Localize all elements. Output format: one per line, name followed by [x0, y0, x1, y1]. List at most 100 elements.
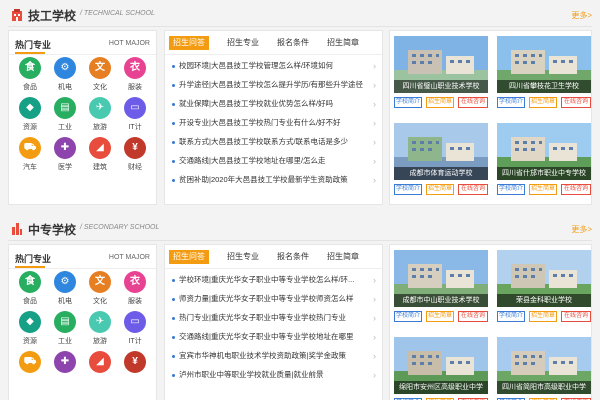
- school-card[interactable]: 四川省璧山职业技术学校 学校简介 招生简章 在线咨询: [394, 36, 488, 119]
- major-item[interactable]: ✈ 旅游: [85, 97, 115, 132]
- major-item[interactable]: ✚: [50, 351, 80, 376]
- news-tab[interactable]: 招生专业: [223, 36, 263, 50]
- major-item[interactable]: ▭ IT计: [120, 311, 150, 346]
- major-item[interactable]: ¥: [120, 351, 150, 376]
- admissions-guide-button[interactable]: 招生简章: [529, 97, 557, 108]
- news-item[interactable]: 升学途径|大邑县技工学校怎么提升学历/有那些升学途径 ›: [171, 79, 378, 98]
- news-item[interactable]: 贫困补助|2020年大邑县技工学校最新学生资助政策 ›: [171, 174, 378, 193]
- school-intro-button[interactable]: 学校简介: [394, 97, 422, 108]
- major-item[interactable]: 衣服装: [120, 271, 150, 306]
- major-item[interactable]: 文文化: [85, 57, 115, 92]
- medical-icon: ✚: [54, 351, 76, 373]
- school-card[interactable]: 四川省攀枝花卫生学校 学校简介 招生简章 在线咨询: [497, 36, 591, 119]
- news-item[interactable]: 联系方式|大邑县技工学校联系方式/联系电话是多少 ›: [171, 136, 378, 155]
- major-item[interactable]: ▭ IT计: [120, 97, 150, 132]
- school-name[interactable]: 成都市体育运动学校: [394, 167, 488, 180]
- online-consult-button[interactable]: 在线咨询: [561, 97, 591, 108]
- school-name[interactable]: 成都市中山职业技术学校: [394, 294, 488, 307]
- news-item[interactable]: 学校环境|重庆光华女子职业中等专业学校怎么样/环... ›: [171, 274, 378, 293]
- news-item[interactable]: 泸州市职业中等职业学校就业质量|就业前景 ›: [171, 369, 378, 388]
- news-tab[interactable]: 报名条件: [273, 36, 313, 50]
- school-photo[interactable]: 四川省什邡市职业中专学校: [497, 123, 591, 180]
- news-tab[interactable]: 招生简章: [323, 250, 363, 264]
- major-item[interactable]: 衣服装: [120, 57, 150, 92]
- major-item[interactable]: 文文化: [85, 271, 115, 306]
- major-item[interactable]: 食食品: [15, 271, 45, 306]
- school-card[interactable]: 绵阳市安州区高级职业中学学校简介招生简章在线咨询: [394, 337, 488, 400]
- news-item[interactable]: 师资力量|重庆光华女子职业中等专业学校师资怎么样 ›: [171, 293, 378, 312]
- school-card[interactable]: 四川省简阳市高级职业中学学校简介招生简章在线咨询: [497, 337, 591, 400]
- more-link[interactable]: 更多>: [571, 224, 592, 235]
- school-name[interactable]: 绵阳市安州区高级职业中学: [394, 381, 488, 394]
- major-glyph: ⛟: [23, 142, 37, 153]
- school-card[interactable]: 成都市体育运动学校 学校简介 招生简章 在线咨询: [394, 123, 488, 206]
- news-item[interactable]: 宜宾市华神机电职业技术学校资助政策|奖学金政策 ›: [171, 350, 378, 369]
- major-item[interactable]: ◢ 建筑: [85, 137, 115, 172]
- news-item[interactable]: 开设专业|大邑县技工学校热门专业有什么/好不好 ›: [171, 117, 378, 136]
- school-name[interactable]: 四川省攀枝花卫生学校: [497, 80, 591, 93]
- online-consult-button[interactable]: 在线咨询: [458, 184, 488, 195]
- school-photo[interactable]: 四川省简阳市高级职业中学: [497, 337, 591, 394]
- school-photo[interactable]: 绵阳市安州区高级职业中学: [394, 337, 488, 394]
- major-item[interactable]: ◢: [85, 351, 115, 376]
- school-photo[interactable]: 荣县金科职业学校: [497, 250, 591, 307]
- school-actions: 学校简介招生简章在线咨询: [497, 184, 591, 196]
- major-item[interactable]: ✈ 旅游: [85, 311, 115, 346]
- school-intro-button[interactable]: 学校简介: [394, 311, 422, 322]
- school-intro-button[interactable]: 学校简介: [497, 97, 525, 108]
- major-item[interactable]: 食食品: [15, 57, 45, 92]
- online-consult-button[interactable]: 在线咨询: [458, 97, 488, 108]
- section-title: 技工学校: [28, 9, 77, 23]
- admissions-guide-button[interactable]: 招生简章: [426, 97, 454, 108]
- news-tab[interactable]: 报名条件: [273, 250, 313, 264]
- school-name[interactable]: 四川省什邡市职业中专学校: [497, 167, 591, 180]
- school-photo[interactable]: 成都市体育运动学校: [394, 123, 488, 180]
- major-item[interactable]: ✚ 医学: [50, 137, 80, 172]
- admissions-guide-button[interactable]: 招生简章: [529, 311, 557, 322]
- news-tab[interactable]: 招生问答: [169, 250, 209, 264]
- admissions-guide-button[interactable]: 招生简章: [426, 311, 454, 322]
- chevron-right-icon: ›: [373, 313, 376, 323]
- news-item[interactable]: 就业保障|大邑县技工学校就业优势怎么样/好吗 ›: [171, 98, 378, 117]
- school-card[interactable]: 四川省什邡市职业中专学校 学校简介 招生简章 在线咨询: [497, 123, 591, 206]
- online-consult-button[interactable]: 在线咨询: [458, 311, 488, 322]
- school-photo[interactable]: 四川省璧山职业技术学校: [394, 36, 488, 93]
- school-card[interactable]: 成都市中山职业技术学校 学校简介 招生简章 在线咨询: [394, 250, 488, 333]
- school-name[interactable]: 荣县金科职业学校: [497, 294, 591, 307]
- news-tab[interactable]: 招生专业: [223, 250, 263, 264]
- news-item[interactable]: 校园环境|大邑县技工学校管理怎么样/环境如何 ›: [171, 60, 378, 79]
- school-photo[interactable]: 成都市中山职业技术学校: [394, 250, 488, 307]
- admissions-guide-button[interactable]: 招生简章: [529, 184, 557, 195]
- school-intro-button[interactable]: 学校简介: [497, 311, 525, 322]
- medical-icon: ✚: [54, 137, 76, 159]
- online-consult-button[interactable]: 在线咨询: [561, 184, 591, 195]
- school-card[interactable]: 荣县金科职业学校 学校简介 招生简章 在线咨询: [497, 250, 591, 333]
- electromech-icon: ⚙: [54, 57, 76, 79]
- hot-majors-panel: 热门专业 HOT MAJOR 食食品 ⚙ 机电文文化衣服装 ◆ 资源 ▤ 工业 ✈ 旅游 ▭ IT计…: [8, 244, 157, 400]
- more-link[interactable]: 更多>: [571, 10, 592, 21]
- school-photo[interactable]: 四川省攀枝花卫生学校: [497, 36, 591, 93]
- major-item[interactable]: ⛟ 汽车: [15, 137, 45, 172]
- news-tabs: 招生问答 招生专业 报名条件 招生简章: [165, 31, 382, 55]
- news-tab[interactable]: 招生简章: [323, 36, 363, 50]
- major-item[interactable]: ◆ 资源: [15, 97, 45, 132]
- travel-icon: ✈: [89, 311, 111, 333]
- school-intro-button[interactable]: 学校简介: [394, 184, 422, 195]
- major-item[interactable]: ⛟: [15, 351, 45, 376]
- news-list: 校园环境|大邑县技工学校管理怎么样/环境如何 › 升学途径|大邑县技工学校怎么提升学…: [171, 60, 378, 193]
- school-name[interactable]: 四川省简阳市高级职业中学: [497, 381, 591, 394]
- major-item[interactable]: ▤ 工业: [50, 97, 80, 132]
- news-item[interactable]: 热门专业|重庆光华女子职业中等专业学校热门专业 ›: [171, 312, 378, 331]
- news-tab[interactable]: 招生问答: [169, 36, 209, 50]
- major-item[interactable]: ▤ 工业: [50, 311, 80, 346]
- major-item[interactable]: ¥ 财经: [120, 137, 150, 172]
- online-consult-button[interactable]: 在线咨询: [561, 311, 591, 322]
- admissions-guide-button[interactable]: 招生简章: [426, 184, 454, 195]
- major-item[interactable]: ⚙ 机电: [50, 271, 80, 306]
- school-name[interactable]: 四川省璧山职业技术学校: [394, 80, 488, 93]
- major-item[interactable]: ⚙ 机电: [50, 57, 80, 92]
- news-item[interactable]: 交通路线|重庆光华女子职业中等专业学校地址在哪里 ›: [171, 331, 378, 350]
- news-item[interactable]: 交通路线|大邑县技工学校地址在哪里/怎么走 ›: [171, 155, 378, 174]
- school-intro-button[interactable]: 学校简介: [497, 184, 525, 195]
- major-item[interactable]: ◆ 资源: [15, 311, 45, 346]
